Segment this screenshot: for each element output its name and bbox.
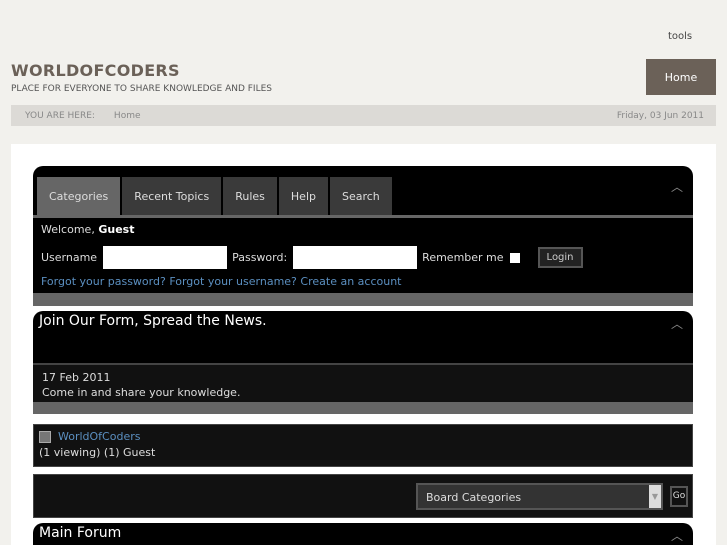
site-logo[interactable]: WORLDOFCODERS bbox=[11, 61, 180, 80]
news-text: Come in and share your knowledge. bbox=[42, 386, 241, 399]
password-input[interactable] bbox=[293, 246, 418, 269]
home-button[interactable]: Home bbox=[646, 59, 716, 95]
create-account-link[interactable]: Create an account bbox=[300, 275, 401, 288]
user-icon bbox=[39, 430, 51, 443]
remember-checkbox[interactable] bbox=[509, 252, 520, 263]
divider bbox=[33, 215, 693, 218]
collapse-icon[interactable]: ︿ bbox=[671, 527, 683, 544]
current-date: Friday, 03 Jun 2011 bbox=[616, 110, 704, 121]
online-status: (1 viewing) (1) Guest bbox=[39, 446, 156, 459]
board-select[interactable]: Board Categories ▼ bbox=[416, 483, 663, 510]
online-user-link[interactable]: WorldOfCoders bbox=[58, 430, 140, 443]
password-label: Password: bbox=[232, 251, 288, 264]
jump-box: Board Categories ▼ Go bbox=[33, 474, 693, 518]
news-title: Join Our Form, Spread the News. bbox=[39, 313, 267, 329]
panel-footer bbox=[33, 402, 693, 414]
tab-help[interactable]: Help bbox=[278, 177, 330, 215]
breadcrumb: YOU ARE HERE: Home Friday, 03 Jun 2011 bbox=[11, 105, 716, 126]
tab-categories[interactable]: Categories bbox=[37, 177, 123, 215]
chevron-down-icon: ▼ bbox=[649, 485, 661, 508]
login-button[interactable]: Login bbox=[537, 247, 583, 268]
main-forum-panel: Main Forum ︿ bbox=[33, 523, 693, 545]
remember-label: Remember me bbox=[422, 251, 504, 264]
forgot-username-link[interactable]: Forgot your username? bbox=[169, 275, 297, 288]
breadcrumb-label: YOU ARE HERE: bbox=[25, 110, 95, 121]
go-button[interactable]: Go bbox=[670, 486, 688, 507]
tab-search[interactable]: Search bbox=[329, 177, 394, 215]
collapse-icon[interactable]: ︿ bbox=[671, 315, 683, 332]
tab-rules[interactable]: Rules bbox=[223, 177, 279, 215]
welcome-text: Welcome, Guest bbox=[41, 223, 135, 236]
panel-footer bbox=[33, 293, 693, 306]
news-date: 17 Feb 2011 bbox=[42, 371, 111, 384]
who-is-online: WorldOfCoders (1 viewing) (1) Guest bbox=[33, 424, 693, 467]
forum-title: Main Forum bbox=[39, 525, 122, 541]
username-label: Username bbox=[41, 251, 98, 264]
forgot-password-link[interactable]: Forgot your password? bbox=[41, 275, 166, 288]
tagline: PLACE FOR EVERYONE TO SHARE KNOWLEDGE AN… bbox=[11, 84, 273, 94]
tab-recent-topics[interactable]: Recent Topics bbox=[122, 177, 224, 215]
news-panel: Join Our Form, Spread the News. ︿ 17 Feb… bbox=[33, 311, 693, 414]
username-input[interactable] bbox=[103, 246, 228, 269]
collapse-icon[interactable]: ︿ bbox=[671, 178, 683, 195]
breadcrumb-home[interactable]: Home bbox=[114, 111, 141, 121]
login-panel: Categories Recent Topics Rules Help Sear… bbox=[33, 166, 693, 306]
tools-link[interactable]: tools bbox=[668, 31, 692, 42]
